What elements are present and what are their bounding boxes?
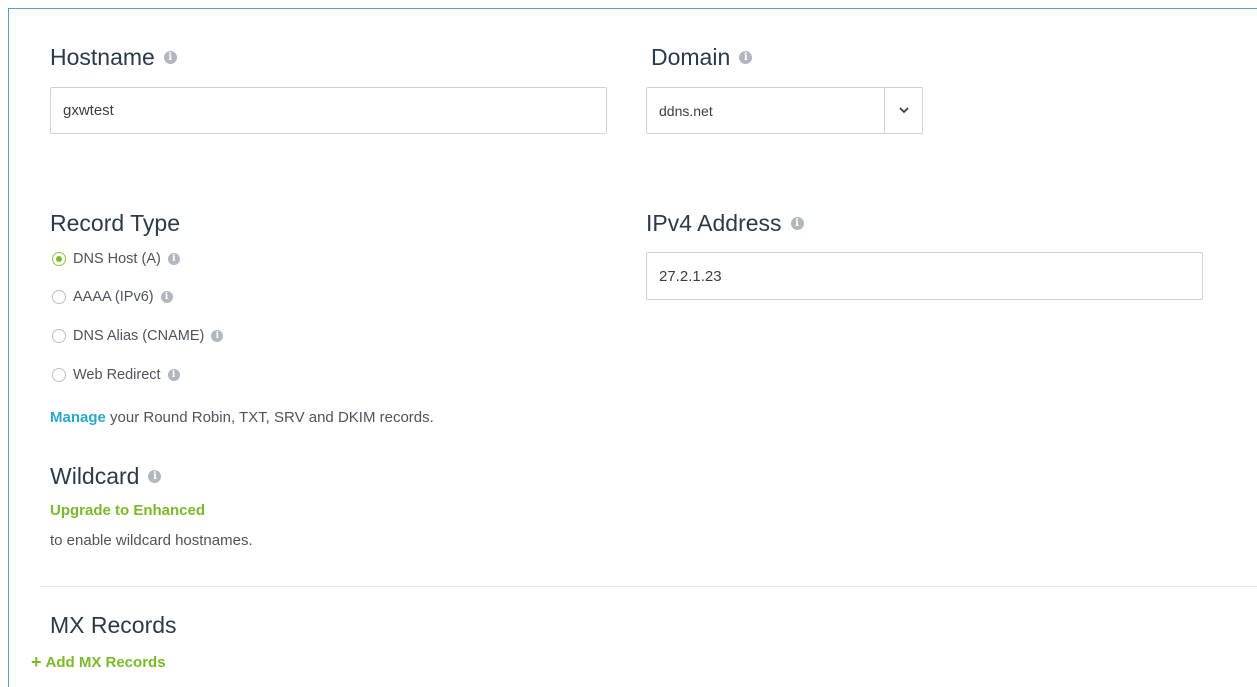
radio-dns-alias-cname[interactable]: DNS Alias (CNAME) i [52,328,224,344]
wildcard-label: Wildcard [50,463,140,489]
radio-button[interactable] [52,329,66,343]
add-mx-label: Add MX Records [45,653,166,671]
hostname-value: gxwtest [63,102,114,119]
mx-records-label: MX Records [50,612,177,638]
info-icon[interactable]: i [790,217,804,230]
radio-web-redirect[interactable]: Web Redirect i [52,367,180,383]
radio-label: Web Redirect [73,367,161,383]
wildcard-heading: Wildcard i [50,463,162,490]
info-icon[interactable]: i [163,51,177,64]
wildcard-description: to enable wildcard hostnames. [50,532,253,549]
hostname-input[interactable]: gxwtest [50,87,607,134]
record-type-label: Record Type [50,210,180,236]
manage-description: your Round Robin, TXT, SRV and DKIM reco… [110,409,434,426]
info-icon[interactable]: i [160,291,173,303]
info-icon[interactable]: i [739,51,753,64]
info-icon[interactable]: i [167,253,180,265]
ipv4-input[interactable]: 27.2.1.23 [646,252,1203,300]
info-icon[interactable]: i [167,369,180,381]
hostname-label: Hostname [50,44,155,70]
manage-link[interactable]: Manage [50,409,106,426]
info-icon[interactable]: i [211,330,224,342]
radio-button[interactable] [52,252,66,266]
upgrade-enhanced-link[interactable]: Upgrade to Enhanced [50,502,205,519]
hostname-heading: Hostname i [50,44,177,71]
domain-select[interactable]: ddns.net [646,87,923,134]
domain-heading: Domain i [651,44,753,71]
radio-aaaa-ipv6[interactable]: AAAA (IPv6) i [52,289,173,305]
radio-button[interactable] [52,290,66,304]
ipv4-value: 27.2.1.23 [659,267,722,285]
radio-label: DNS Host (A) [73,251,161,267]
radio-button[interactable] [52,368,66,382]
mx-records-heading: MX Records [50,612,177,639]
radio-label: DNS Alias (CNAME) [73,328,205,344]
info-icon[interactable]: i [148,470,162,483]
domain-label: Domain [651,44,731,70]
domain-value: ddns.net [659,102,713,119]
chevron-down-icon[interactable] [884,88,922,133]
divider [40,586,1257,587]
record-type-heading: Record Type [50,210,180,237]
ipv4-label: IPv4 Address [646,210,782,236]
add-mx-records-link[interactable]: + Add MX Records [31,653,166,671]
radio-label: AAAA (IPv6) [73,289,154,305]
ipv4-heading: IPv4 Address i [646,210,804,237]
manage-records-text: Manage your Round Robin, TXT, SRV and DK… [50,409,434,426]
plus-icon: + [31,652,42,672]
radio-dns-host-a[interactable]: DNS Host (A) i [52,251,180,267]
